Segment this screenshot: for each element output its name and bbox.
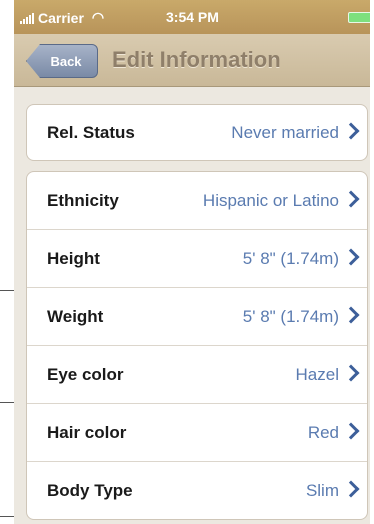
chevron-right-icon	[342, 190, 360, 208]
row-value: Never married	[231, 122, 339, 142]
carrier-name: Carrier	[38, 9, 84, 26]
app-screen: Carrier ◠ 3:54 PM Back Edit Information …	[14, 0, 370, 524]
row-value: Hispanic or Latino	[202, 190, 339, 210]
signal-icon	[20, 12, 34, 24]
status-time: 3:54 PM	[166, 9, 219, 25]
row-height[interactable]: Height 5' 8" (1.74m)	[27, 230, 367, 288]
row-label: Weight	[47, 306, 104, 326]
row-label: Body Type	[47, 480, 133, 500]
row-label: Hair color	[47, 422, 127, 442]
row-hair-color[interactable]: Hair color Red	[27, 404, 367, 462]
wifi-icon: ◠	[91, 9, 105, 25]
navigation-bar: Back Edit Information	[14, 34, 370, 87]
row-rel-status[interactable]: Rel. Status Never married	[27, 105, 367, 160]
row-body-type[interactable]: Body Type Slim	[27, 462, 367, 519]
physical-details-group: Ethnicity Hispanic or Latino Height 5' 8…	[26, 171, 368, 520]
row-value: Hazel	[295, 364, 339, 384]
chevron-right-icon	[342, 248, 360, 266]
side-line-top	[0, 290, 14, 291]
status-bar: Carrier ◠ 3:54 PM	[14, 0, 370, 34]
back-button[interactable]: Back	[26, 44, 98, 78]
side-line-bottom	[0, 516, 14, 517]
page-title: Edit Information	[112, 47, 281, 72]
relationship-group: Rel. Status Never married	[26, 104, 368, 161]
chevron-right-icon	[342, 306, 360, 324]
row-ethnicity[interactable]: Ethnicity Hispanic or Latino	[27, 172, 367, 230]
chevron-right-icon	[342, 122, 360, 140]
chevron-right-icon	[342, 480, 360, 498]
row-value: 5' 8" (1.74m)	[242, 306, 339, 326]
status-left: Carrier ◠	[20, 9, 104, 26]
battery-icon	[348, 12, 370, 23]
row-value: 5' 8" (1.74m)	[242, 248, 339, 268]
row-label: Rel. Status	[47, 122, 135, 142]
row-value: Red	[307, 422, 339, 442]
row-label: Ethnicity	[47, 190, 119, 210]
row-weight[interactable]: Weight 5' 8" (1.74m)	[27, 288, 367, 346]
row-value: Slim	[305, 480, 339, 500]
side-line-middle	[0, 402, 14, 403]
row-label: Height	[47, 248, 100, 268]
back-button-label: Back	[50, 53, 82, 69]
row-eye-color[interactable]: Eye color Hazel	[27, 346, 367, 404]
chevron-right-icon	[342, 364, 360, 382]
chevron-right-icon	[342, 422, 360, 440]
row-label: Eye color	[47, 364, 124, 384]
